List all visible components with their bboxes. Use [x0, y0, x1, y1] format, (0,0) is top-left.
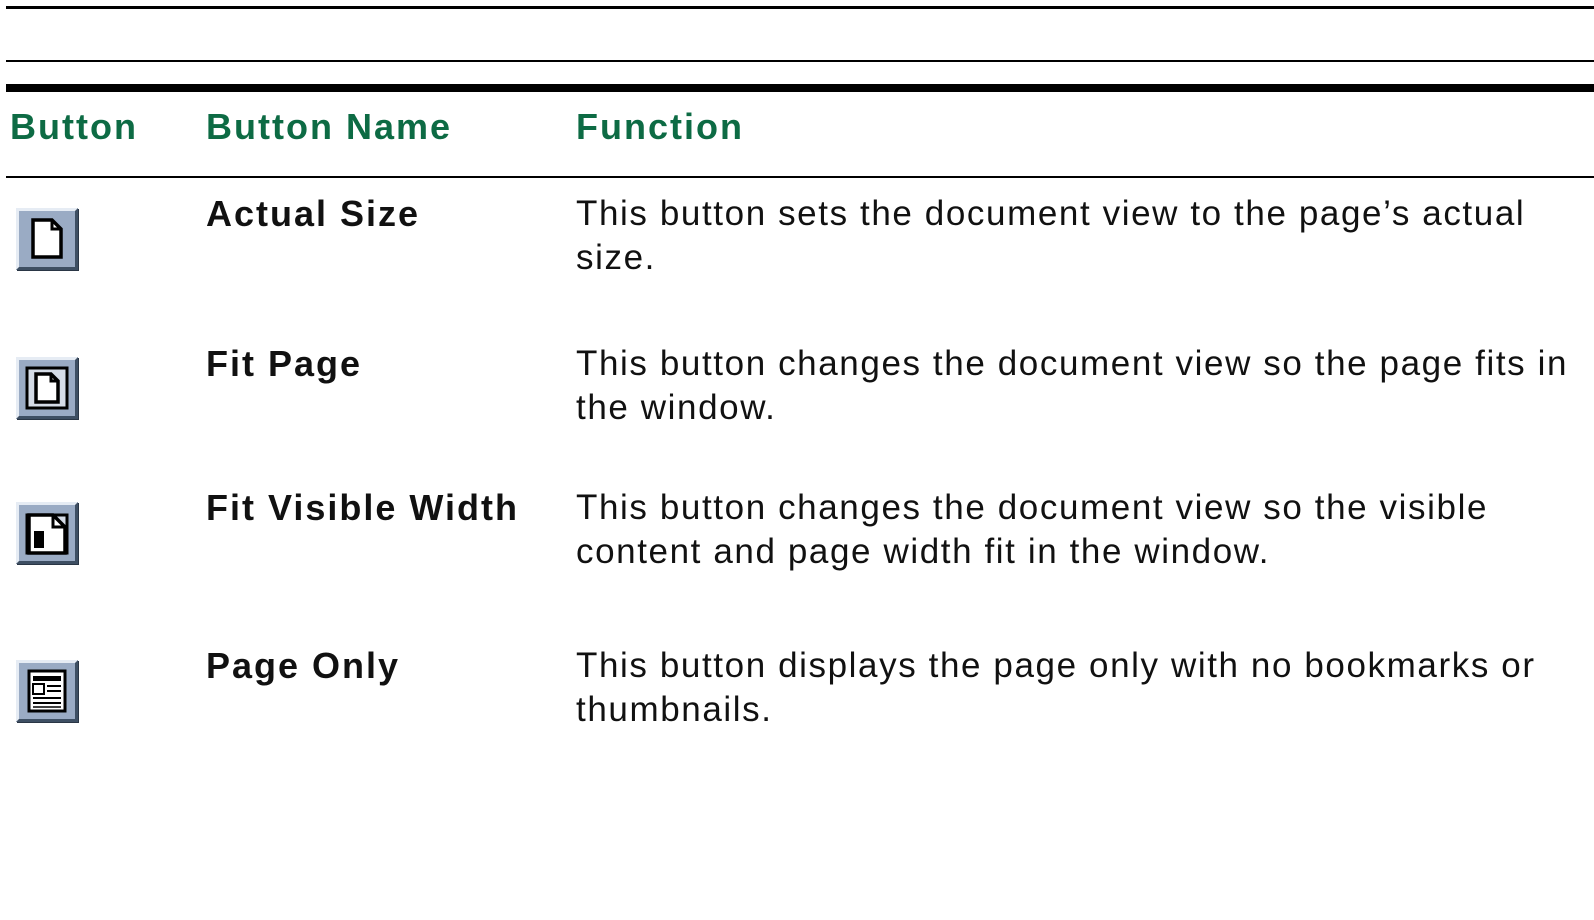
fit-visible-width-glyph	[25, 513, 69, 555]
column-header-function: Function	[576, 106, 744, 147]
actual-size-glyph	[31, 218, 63, 259]
section-rule	[6, 60, 1594, 62]
fit-page-icon	[16, 357, 78, 419]
actual-size-icon	[16, 208, 78, 270]
button-function: This button changes the document view so…	[576, 344, 1569, 427]
button-function: This button changes the document view so…	[576, 488, 1489, 571]
button-function: This button displays the page only with …	[576, 646, 1536, 729]
button-name: Actual Size	[206, 193, 421, 234]
top-rule	[6, 6, 1594, 9]
page-only-glyph	[27, 669, 67, 713]
page-only-icon	[16, 660, 78, 722]
table-top-rule	[6, 84, 1594, 92]
button-name: Fit Visible Width	[206, 487, 520, 528]
fit-page-glyph	[25, 366, 69, 410]
column-header-button: Button	[10, 106, 138, 147]
column-header-button-name: Button Name	[206, 106, 452, 147]
header-rule	[6, 176, 1594, 178]
fit-visible-width-icon	[16, 502, 78, 564]
button-name: Fit Page	[206, 343, 363, 384]
button-function: This button sets the document view to th…	[576, 194, 1526, 277]
button-name: Page Only	[206, 645, 401, 686]
